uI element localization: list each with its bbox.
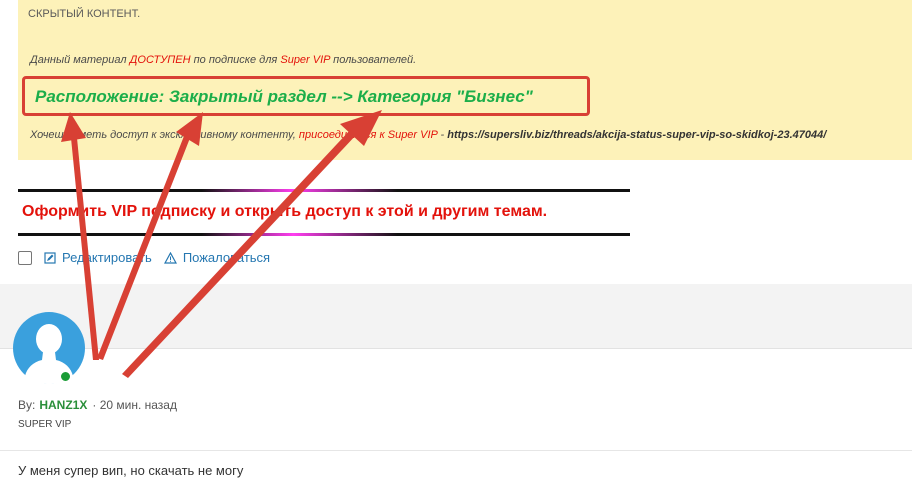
hidden-content-box: Скрытый контент. Данный материал ДОСТУПЕ… [18,0,912,160]
by-label: By: [18,398,36,412]
vip-notice-mid: по подписке для [190,54,281,66]
access-notice-pre: Хочешь иметь доступ к эксклюзивному конт… [30,129,299,141]
post-time[interactable]: 20 мин. назад [100,398,177,412]
post-content: Скрытый контент. Данный материал ДОСТУПЕ… [0,0,912,284]
vip-notice: Данный материал ДОСТУПЕН по подписке для… [30,54,416,66]
promo-text[interactable]: Оформить VIP подписку и открыть доступ к… [22,203,547,221]
online-indicator [59,370,72,383]
warning-icon [163,251,177,264]
edit-button[interactable]: Редактировать [44,250,152,265]
avatar-icon[interactable] [13,312,85,384]
reply-text: У меня супер вип, но скачать не могу [18,463,244,478]
post-actions: Редактировать Пожаловаться [18,250,282,265]
promo-bottom-bar [18,233,630,236]
access-notice: Хочешь иметь доступ к эксклюзивному конт… [30,129,826,141]
hidden-content-title: Скрытый контент. [28,8,141,20]
edit-label: Редактировать [62,250,152,265]
report-button[interactable]: Пожаловаться [163,250,271,265]
location-highlight-box: Расположение: Закрытый раздел --> Катего… [22,76,590,116]
vip-notice-pre: Данный материал [30,54,130,66]
vip-available: ДОСТУПЕН [129,54,191,66]
super-vip-label: Super VIP [280,54,331,66]
join-super-vip-link[interactable]: присоединяйся к Super VIP [299,129,438,141]
vip-notice-post: пользователей. [330,54,417,66]
promo-banner[interactable]: Оформить VIP подписку и открыть доступ к… [18,189,630,238]
user-rank: SUPER VIP [18,419,72,430]
reply-meta: By: HANZ1X · 20 мин. назад [18,398,177,412]
meta-separator: · [92,398,97,412]
edit-icon [44,251,56,264]
select-checkbox[interactable] [18,250,32,265]
reply-post [0,348,912,504]
author-link[interactable]: HANZ1X [39,398,87,412]
promo-top-bar [18,189,630,192]
location-text: Расположение: Закрытый раздел --> Катего… [35,87,533,106]
access-url-link[interactable]: https://supersliv.biz/threads/akcija-sta… [447,129,826,141]
report-label: Пожаловаться [182,250,271,265]
divider [0,450,912,451]
access-dash: - [437,129,448,141]
